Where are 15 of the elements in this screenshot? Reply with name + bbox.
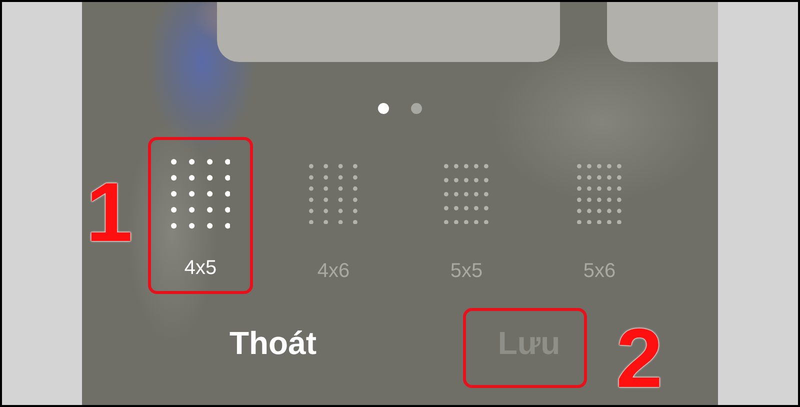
grid-size-label: 4x6 [317,259,350,283]
grid-option[interactable]: 4x5 [134,159,267,283]
grid-size-label: 5x5 [450,259,483,283]
grid-option[interactable]: 5x6 [533,159,666,283]
grid-dots-icon [170,159,230,229]
grid-dots-icon [577,164,622,224]
step-number: 1 [86,170,133,254]
grid-size-label: 4x5 [184,256,217,280]
exit-button[interactable]: Thoát [218,321,328,366]
grid-option[interactable]: 5x5 [400,159,533,283]
grid-size-label: 5x6 [583,259,616,283]
grid-dots-icon [309,164,358,224]
grid-dots-icon [444,164,489,224]
grid-option[interactable]: 4x6 [267,159,400,283]
step-number: 2 [616,316,663,400]
